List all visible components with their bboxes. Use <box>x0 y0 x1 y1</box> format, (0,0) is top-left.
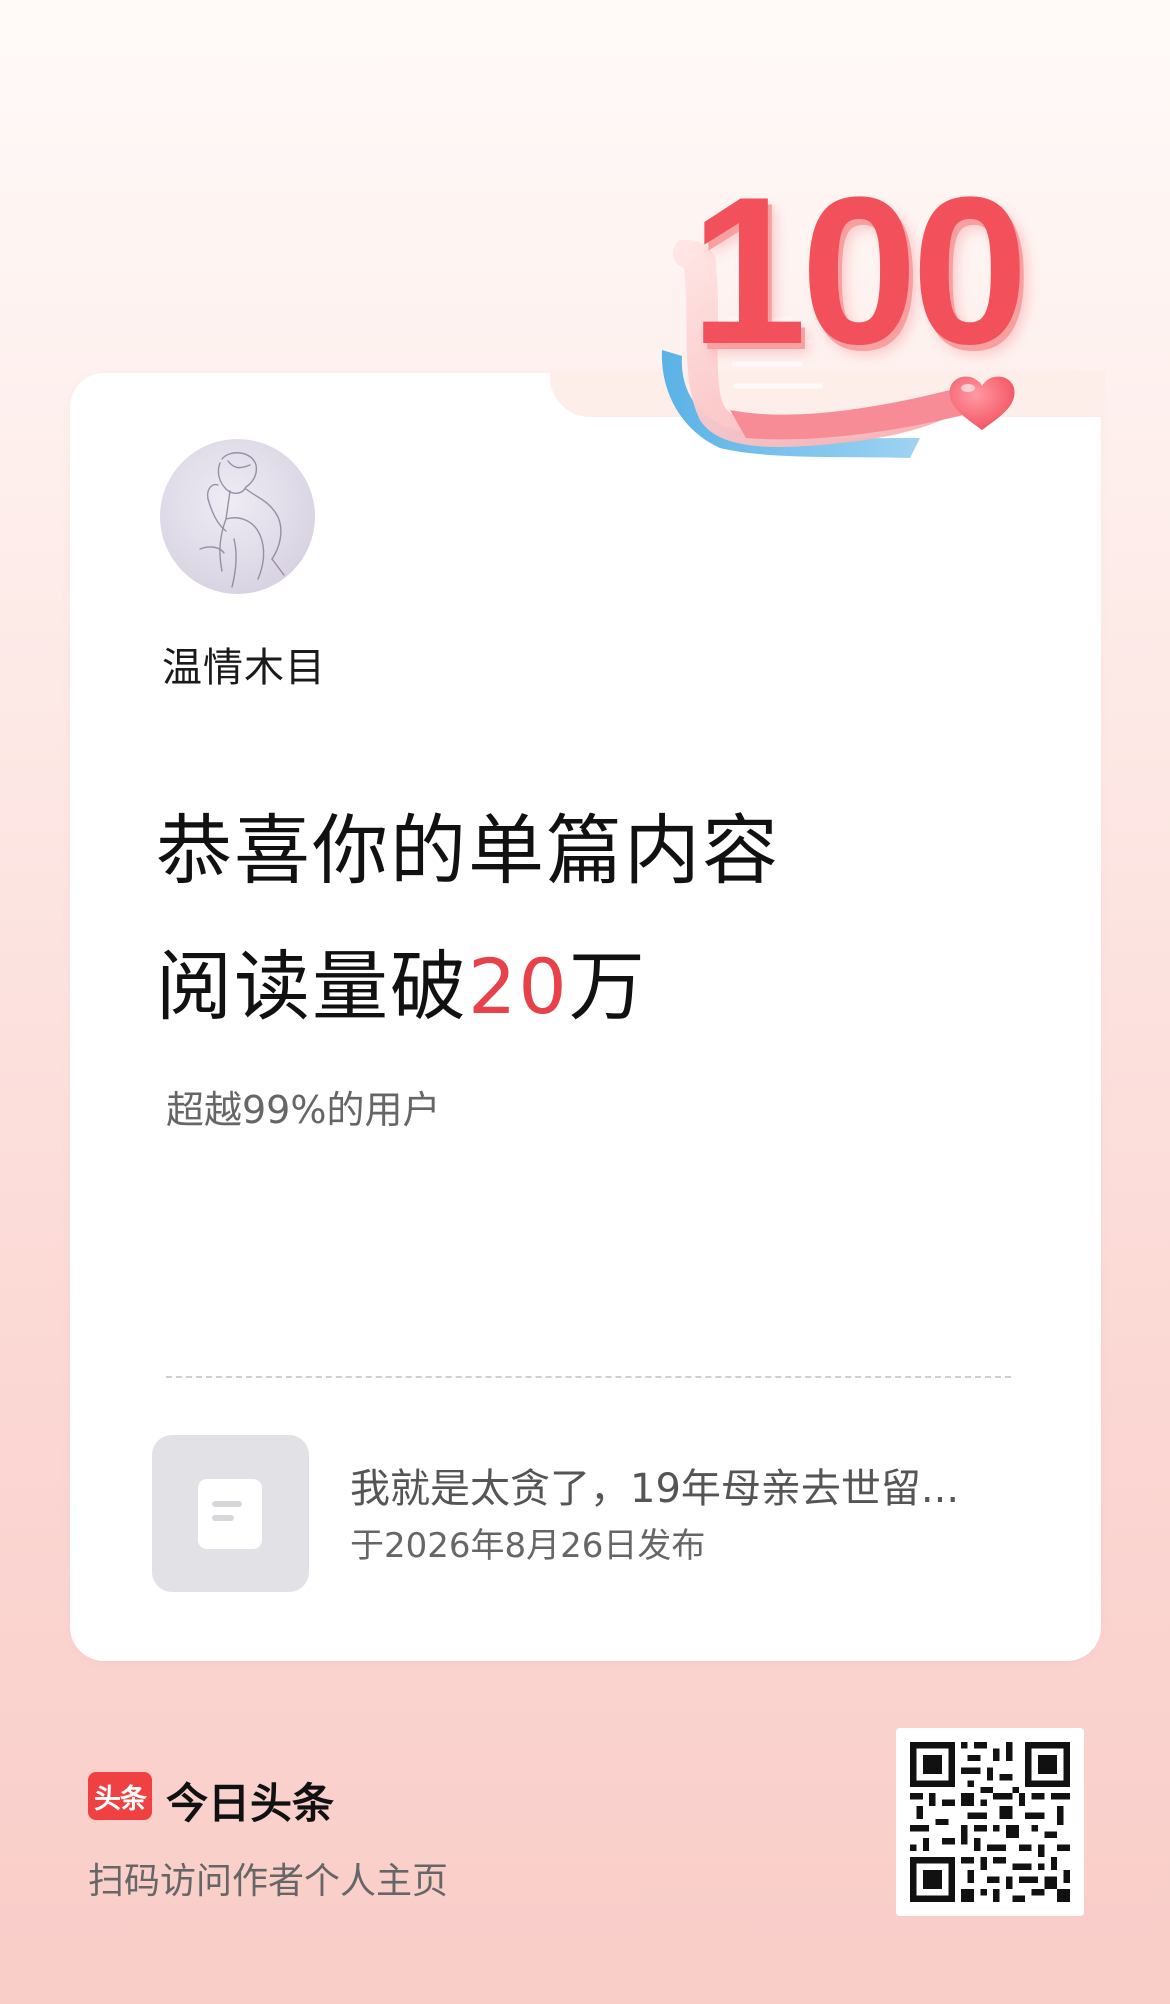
scan-hint-text: 扫码访问作者个人主页 <box>88 1861 449 1902</box>
headline-line-2: 阅读量破20万 <box>156 919 780 1055</box>
toutiao-logo-icon: 头条 <box>88 1772 152 1820</box>
achievement-headline: 恭喜你的单篇内容 阅读量破20万 <box>156 783 780 1055</box>
article-title[interactable]: 我就是太贪了，19年母亲去世留... <box>350 1456 990 1514</box>
qr-code-image <box>910 1742 1070 1902</box>
read-count-number: 20 <box>468 942 569 1031</box>
brand-name: 今日头条 <box>166 1779 335 1828</box>
headline-line-1: 恭喜你的单篇内容 <box>156 806 780 895</box>
percentile-text: 超越99%的用户 <box>166 1088 441 1132</box>
headline-line-2-suffix: 万 <box>568 942 647 1031</box>
avatar[interactable] <box>160 439 315 594</box>
author-name[interactable]: 温情木目 <box>162 635 326 693</box>
dashed-divider <box>166 1376 1011 1378</box>
headline-line-2-prefix: 阅读量破 <box>156 942 468 1031</box>
achievement-card: 温情木目 恭喜你的单篇内容 阅读量破20万 超越99%的用户 我就是太贪了，19… <box>70 371 1105 1661</box>
article-publish-date: 于2026年8月26日发布 <box>350 1526 706 1566</box>
document-icon <box>198 1479 262 1549</box>
badge-number: 100 <box>690 153 1028 388</box>
article-thumbnail[interactable] <box>152 1435 309 1592</box>
qr-code[interactable] <box>896 1728 1084 1916</box>
avatar-sketch-image <box>199 452 285 588</box>
hundred-badge: 100 <box>650 153 1030 480</box>
